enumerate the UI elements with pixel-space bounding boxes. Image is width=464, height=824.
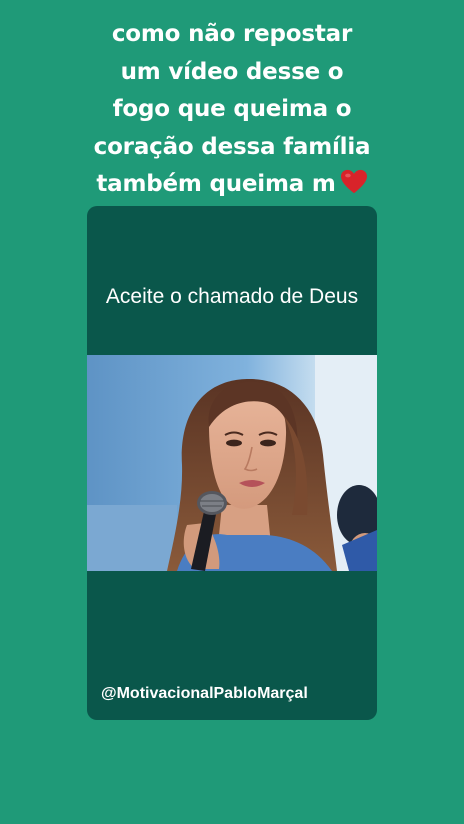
- caption-line-1: como não repostar: [111, 21, 353, 47]
- video-frame-illustration: [87, 355, 377, 571]
- caption-line-3: fogo que queima o: [112, 96, 352, 122]
- caption-line-5-wrap: também queima m: [0, 166, 464, 204]
- video-thumbnail[interactable]: [87, 355, 377, 571]
- story-caption: como não repostar um vídeo desse o fogo …: [0, 16, 464, 204]
- caption-line-4: coração dessa família: [93, 133, 371, 160]
- reposted-video-card[interactable]: Aceite o chamado de Deus @MotivacionalPa…: [87, 206, 377, 720]
- video-title: Aceite o chamado de Deus: [105, 285, 359, 308]
- caption-line-5: também queima m: [96, 171, 336, 197]
- creator-watermark: @MotivacionalPabloMarçal: [101, 685, 308, 702]
- red-heart-icon: [340, 169, 367, 194]
- caption-line-2: um vídeo desse o: [120, 58, 344, 85]
